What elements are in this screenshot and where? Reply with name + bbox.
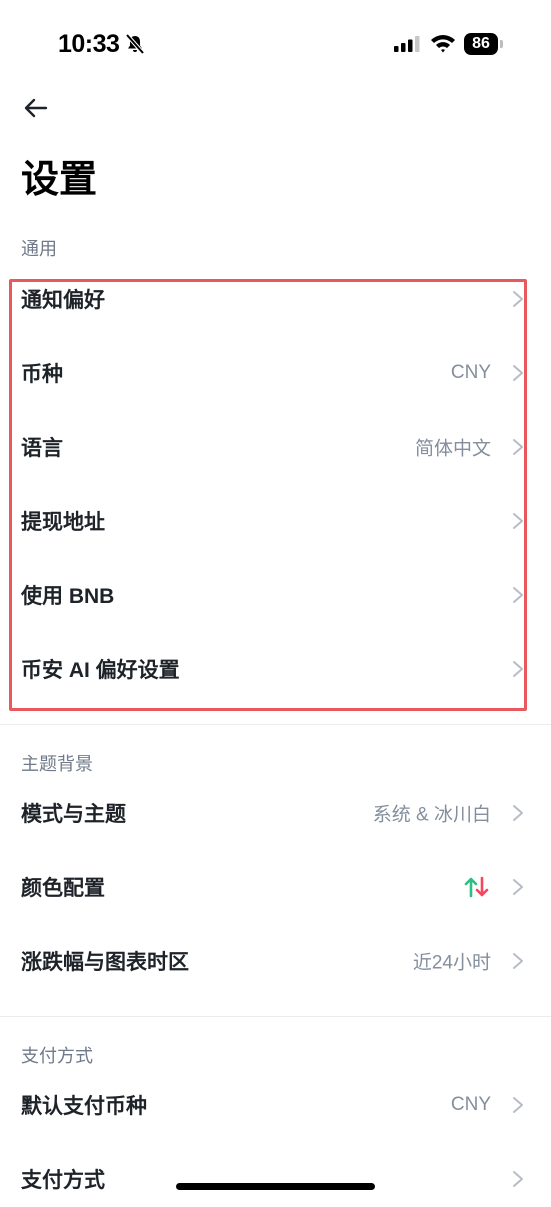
home-indicator	[176, 1183, 375, 1190]
section-label-theme: 主题背景	[21, 754, 93, 774]
row-label: 支付方式	[21, 1169, 105, 1192]
settings-row-payment-methods[interactable]: 支付方式	[0, 1151, 551, 1207]
chevron-right-icon	[513, 513, 523, 529]
settings-row-default-payment-currency[interactable]: 默认支付币种 CNY	[0, 1077, 551, 1133]
chevron-right-icon	[513, 439, 523, 455]
settings-row-use-bnb[interactable]: 使用 BNB	[0, 567, 551, 623]
status-time: 10:33	[58, 30, 120, 58]
row-label: 颜色配置	[21, 877, 105, 900]
row-value: CNY	[450, 1094, 491, 1115]
section-label-general: 通用	[21, 239, 57, 259]
settings-row-language[interactable]: 语言 简体中文	[0, 419, 551, 475]
row-value: 系统 & 冰川白	[372, 804, 491, 826]
chevron-right-icon	[513, 365, 523, 381]
chevron-right-icon	[513, 1097, 523, 1113]
row-value: 简体中文	[414, 438, 491, 460]
battery-tip	[500, 40, 503, 48]
row-label: 币种	[21, 363, 63, 386]
chevron-right-icon	[513, 1171, 523, 1187]
section-divider	[0, 724, 551, 725]
row-label: 默认支付币种	[21, 1095, 147, 1118]
row-label: 语言	[21, 437, 63, 460]
row-label: 模式与主题	[21, 803, 126, 826]
chevron-right-icon	[513, 805, 523, 821]
row-label: 通知偏好	[21, 289, 105, 312]
row-value: CNY	[450, 362, 491, 383]
settings-row-withdrawal-address[interactable]: 提现地址	[0, 493, 551, 549]
settings-row-mode-and-theme[interactable]: 模式与主题 系统 & 冰川白	[0, 785, 551, 841]
section-label-payment: 支付方式	[21, 1046, 93, 1066]
row-label: 提现地址	[21, 511, 105, 534]
signal-icon	[394, 36, 420, 52]
page-title: 设置	[21, 159, 98, 201]
settings-row-color-config[interactable]: 颜色配置	[0, 859, 551, 915]
settings-row-notification-preferences[interactable]: 通知偏好	[0, 271, 551, 327]
row-label: 币安 AI 偏好设置	[21, 659, 180, 682]
row-value: 近24小时	[412, 952, 491, 974]
row-label: 使用 BNB	[21, 585, 115, 608]
bell-slash-icon	[125, 33, 145, 55]
wifi-icon	[431, 35, 455, 53]
arrow-left-icon[interactable]	[22, 94, 50, 122]
battery-icon: 86	[464, 33, 504, 55]
row-label: 涨跌幅与图表时区	[21, 951, 189, 974]
battery-level: 86	[464, 33, 498, 55]
status-bar: 10:33 86	[0, 0, 551, 90]
section-divider	[0, 1016, 551, 1017]
chevron-right-icon	[513, 291, 523, 307]
settings-row-change-and-chart-timezone[interactable]: 涨跌幅与图表时区 近24小时	[0, 933, 551, 989]
chevron-right-icon	[513, 587, 523, 603]
chevron-right-icon	[513, 953, 523, 969]
up-down-arrows-icon	[464, 876, 489, 898]
chevron-right-icon	[513, 879, 523, 895]
settings-row-binance-ai-preferences[interactable]: 币安 AI 偏好设置	[0, 641, 551, 697]
settings-row-currency[interactable]: 币种 CNY	[0, 345, 551, 401]
chevron-right-icon	[513, 661, 523, 677]
